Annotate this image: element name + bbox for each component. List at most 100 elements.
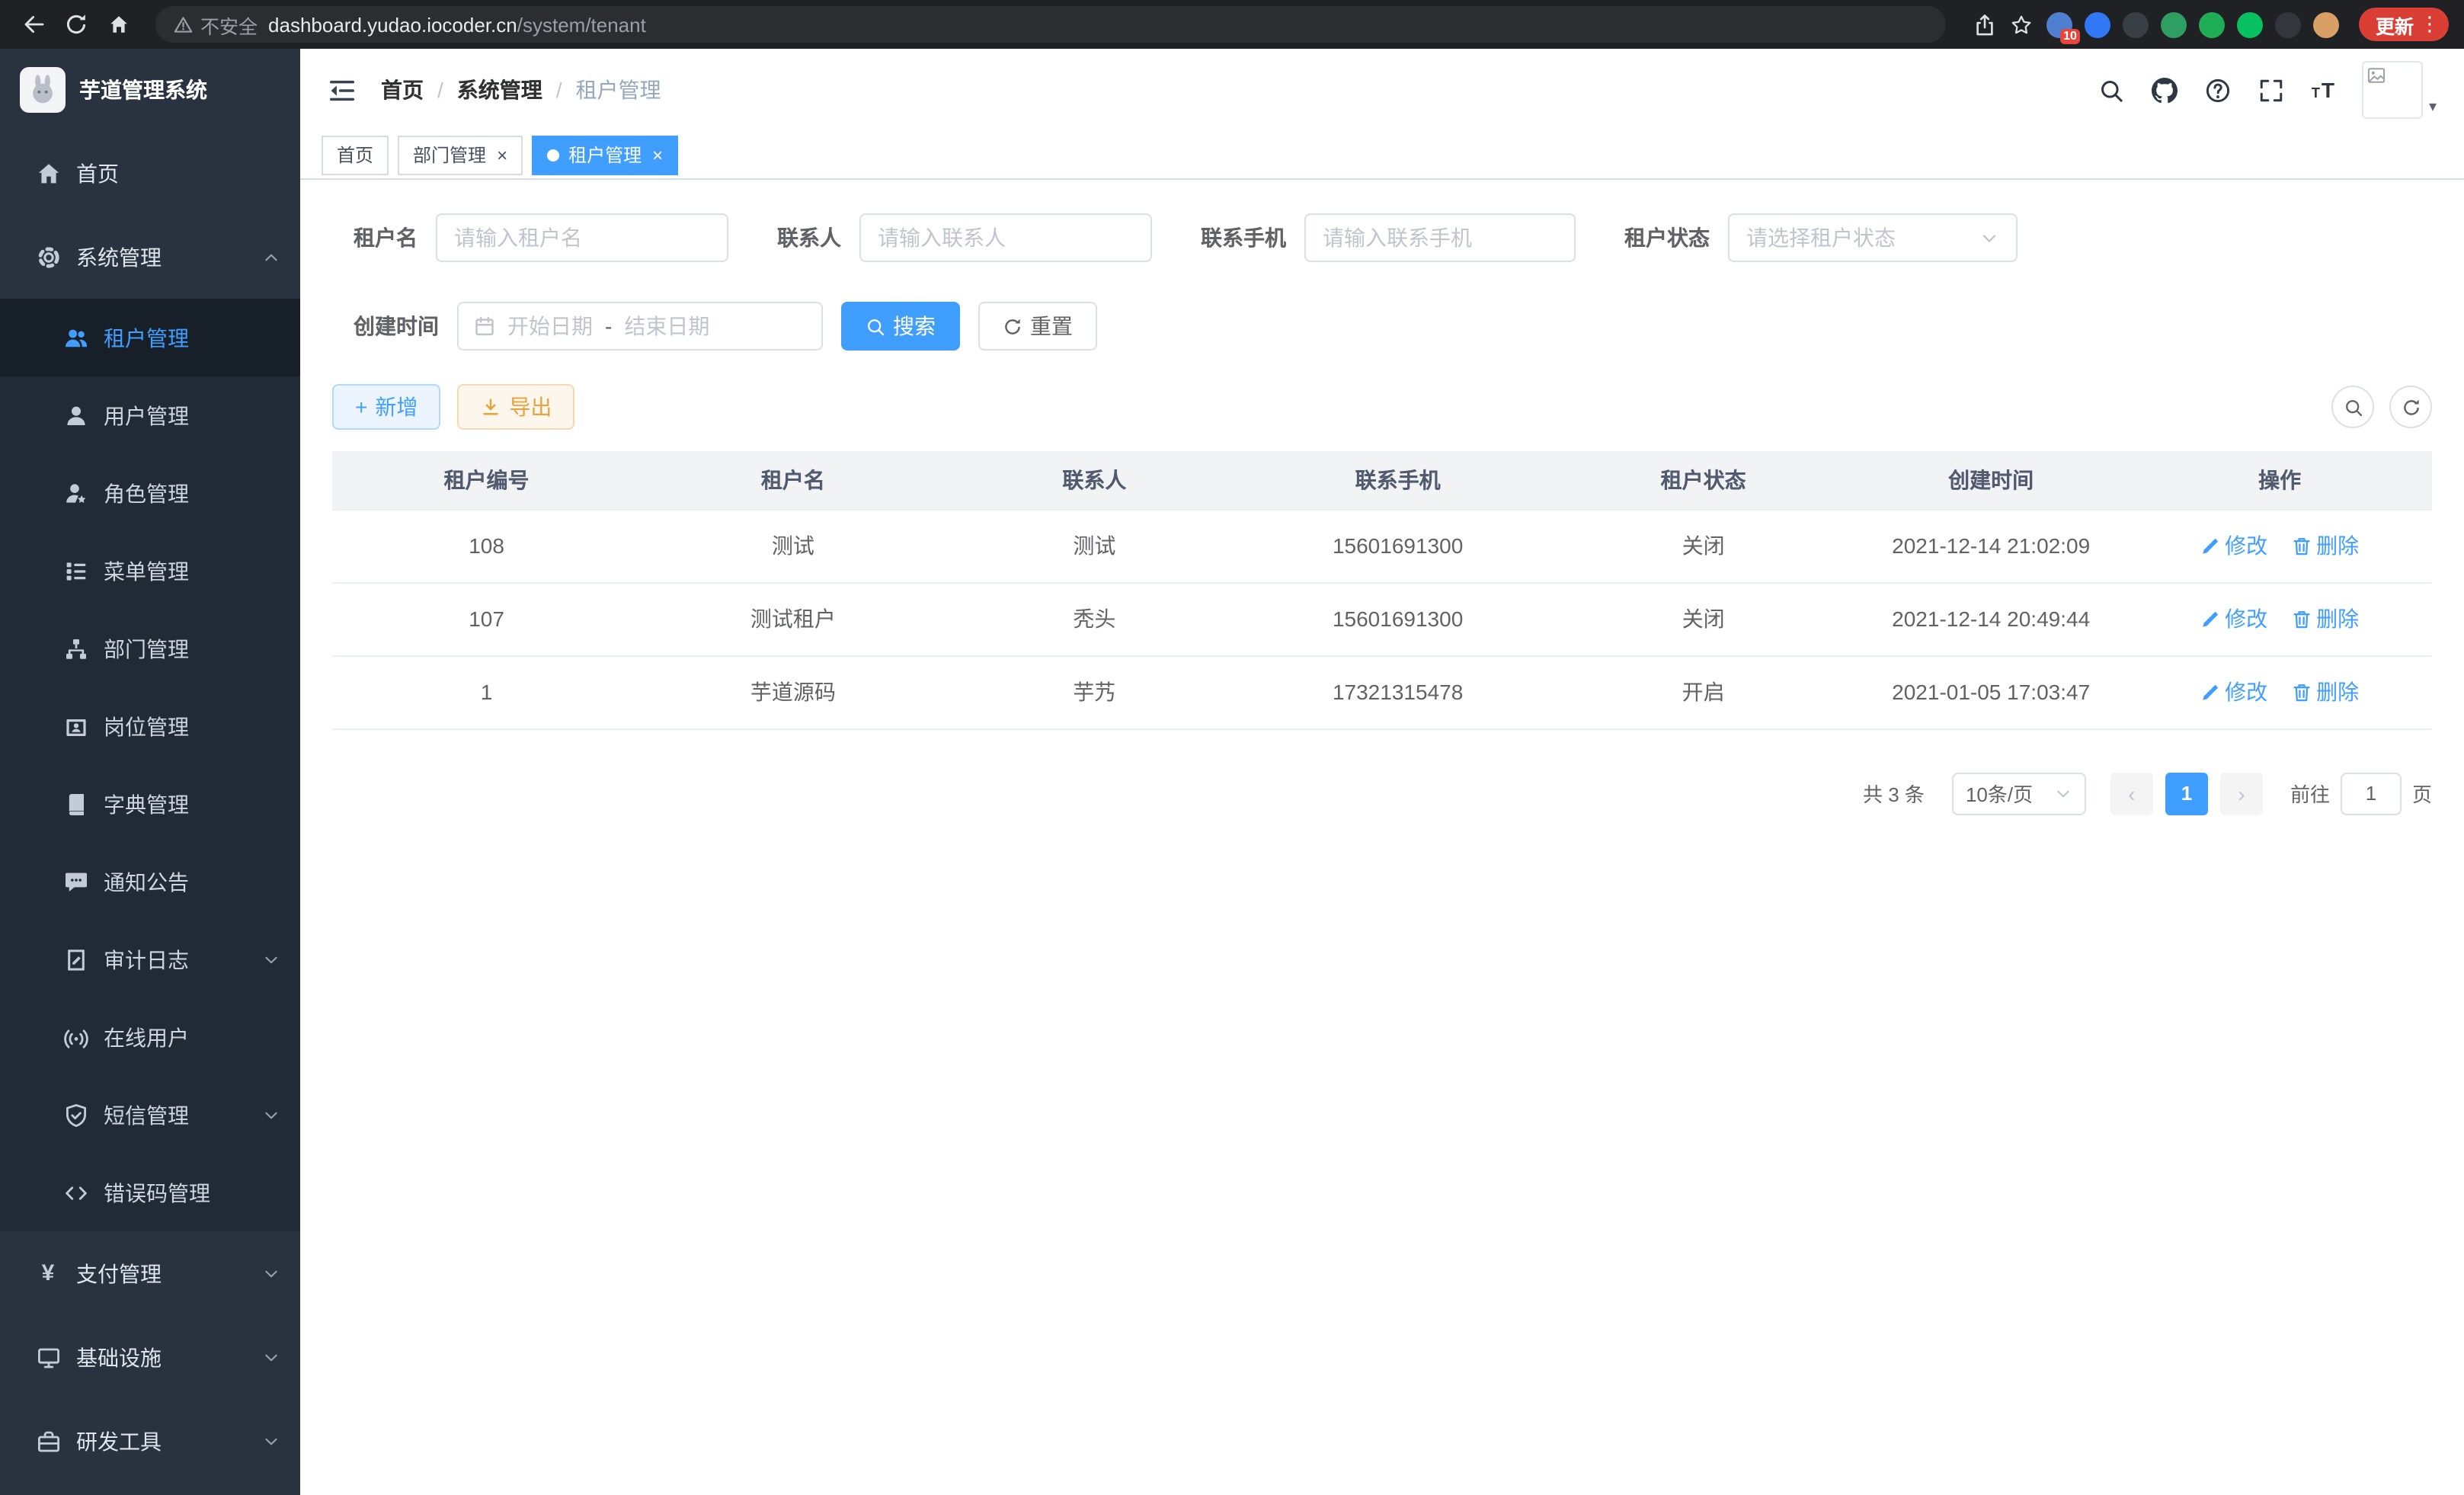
chevron-down-icon — [262, 1264, 280, 1282]
prev-page-button[interactable]: ‹ — [2110, 772, 2153, 815]
date-range-picker[interactable]: 开始日期 - 结束日期 — [457, 302, 823, 351]
help-icon[interactable] — [2205, 77, 2231, 103]
yen-icon: ¥ — [35, 1262, 61, 1285]
sidebar-item-label: 审计日志 — [104, 944, 189, 975]
extension-icon[interactable] — [2199, 11, 2225, 37]
chevron-down-icon — [262, 1348, 280, 1366]
cell-contact: 芋艿 — [946, 655, 1243, 728]
sidebar-item-home[interactable]: 首页 — [0, 131, 300, 215]
goto-prefix: 前往 — [2290, 779, 2330, 808]
extension-badge: 10 — [2060, 28, 2080, 43]
sidebar-fold-icon[interactable] — [328, 75, 357, 104]
date-separator: - — [605, 314, 612, 338]
tenant-name-input[interactable] — [454, 226, 710, 250]
edit-button[interactable]: 修改 — [2200, 530, 2267, 561]
refresh-table-button[interactable] — [2389, 386, 2432, 428]
extension-icon[interactable] — [2237, 11, 2263, 37]
edit-icon — [2200, 536, 2220, 555]
sidebar-item-tenant[interactable]: 租户管理 — [0, 299, 300, 376]
sidebar-item-notice[interactable]: 通知公告 — [0, 843, 300, 920]
date-end-placeholder: 结束日期 — [624, 311, 709, 341]
sidebar-item-role[interactable]: 角色管理 — [0, 454, 300, 532]
sidebar-item-infra[interactable]: 基础设施 — [0, 1315, 300, 1399]
sidebar-item-dict[interactable]: 字典管理 — [0, 765, 300, 843]
sidebar-item-audit-log[interactable]: 审计日志 — [0, 920, 300, 998]
browser-home-icon[interactable] — [101, 6, 137, 43]
add-button[interactable]: + 新增 — [332, 384, 440, 430]
edit-button[interactable]: 修改 — [2200, 677, 2267, 707]
share-icon[interactable] — [1973, 13, 1996, 36]
sidebar-item-label: 通知公告 — [104, 866, 189, 897]
calendar-icon — [474, 315, 495, 337]
toggle-search-button[interactable] — [2331, 386, 2374, 428]
extension-icon[interactable] — [2085, 11, 2110, 37]
tab-tenant[interactable]: 租户管理 × — [532, 135, 678, 174]
chevron-down-icon — [262, 950, 280, 968]
delete-button[interactable]: 删除 — [2292, 530, 2359, 561]
sidebar-item-post[interactable]: 岗位管理 — [0, 687, 300, 765]
column-header: 操作 — [2127, 451, 2432, 509]
sidebar-item-sms[interactable]: 短信管理 — [0, 1076, 300, 1154]
tab-label: 租户管理 — [568, 142, 642, 168]
edit-button[interactable]: 修改 — [2200, 603, 2267, 634]
extension-icon[interactable] — [2123, 11, 2149, 37]
sidebar-item-dev-tools[interactable]: 研发工具 — [0, 1399, 300, 1483]
browser-back-icon[interactable] — [15, 6, 52, 43]
url-path: /system/tenant — [517, 14, 646, 37]
browser-update-button[interactable]: 更新 ⋮ — [2359, 8, 2449, 41]
gear-icon — [35, 245, 61, 269]
profile-avatar-icon[interactable] — [2313, 11, 2339, 37]
cell-created-time: 2021-12-14 21:02:09 — [1854, 509, 2127, 582]
page-number-1[interactable]: 1 — [2165, 772, 2208, 815]
sidebar-item-pay[interactable]: ¥ 支付管理 — [0, 1231, 300, 1315]
close-icon[interactable]: × — [652, 146, 663, 164]
github-icon[interactable] — [2152, 77, 2178, 103]
extension-icon[interactable] — [2161, 11, 2187, 37]
delete-button[interactable]: 删除 — [2292, 677, 2359, 707]
fullscreen-icon[interactable] — [2258, 77, 2284, 103]
sidebar-item-error-code[interactable]: 错误码管理 — [0, 1154, 300, 1231]
active-dot — [547, 149, 559, 161]
search-icon[interactable] — [2098, 77, 2124, 103]
home-icon — [35, 161, 61, 185]
edit-icon — [2200, 682, 2220, 702]
tab-label: 首页 — [337, 142, 373, 168]
sidebar-item-dept[interactable]: 部门管理 — [0, 610, 300, 687]
export-button[interactable]: 导出 — [457, 384, 574, 430]
next-page-button[interactable]: › — [2220, 772, 2263, 815]
sidebar-item-system[interactable]: 系统管理 — [0, 215, 300, 299]
cell-tenant-name: 芋道源码 — [641, 655, 946, 728]
app-logo[interactable]: 芋道管理系统 — [0, 49, 300, 131]
contact-input[interactable] — [878, 226, 1134, 250]
search-button[interactable]: 搜索 — [841, 302, 960, 351]
font-size-icon[interactable]: TT — [2312, 79, 2334, 101]
address-bar[interactable]: 不安全 dashboard.yudao.iocoder.cn/system/te… — [155, 6, 1946, 43]
reload-icon — [64, 12, 88, 37]
status-select[interactable]: 请选择租户状态 — [1728, 213, 2018, 262]
breadcrumb-system[interactable]: 系统管理 — [457, 75, 542, 105]
goto-page-input[interactable] — [2341, 772, 2402, 815]
sidebar-item-label: 支付管理 — [76, 1258, 162, 1289]
broken-image-icon — [2362, 61, 2423, 119]
tab-dept[interactable]: 部门管理 × — [398, 135, 523, 174]
tab-home[interactable]: 首页 — [322, 135, 389, 174]
sidebar-item-online-user[interactable]: 在线用户 — [0, 998, 300, 1076]
online-icon — [62, 1025, 88, 1049]
close-icon[interactable]: × — [497, 146, 507, 164]
breadcrumb-home[interactable]: 首页 — [381, 75, 424, 105]
sidebar-item-menu[interactable]: 菜单管理 — [0, 532, 300, 610]
phone-input[interactable] — [1323, 226, 1557, 250]
menu-icon — [62, 559, 88, 583]
bookmark-star-icon[interactable] — [2010, 13, 2033, 36]
sidebar-item-user[interactable]: 用户管理 — [0, 376, 300, 454]
breadcrumb-separator: / — [556, 78, 562, 102]
page-size-select[interactable]: 10条/页 — [1952, 772, 2086, 815]
cell-contact: 测试 — [946, 509, 1243, 582]
extension-icon[interactable]: 10 — [2046, 11, 2072, 37]
extension-icon[interactable] — [2275, 11, 2301, 37]
user-avatar[interactable]: ▾ — [2362, 61, 2437, 119]
reset-button[interactable]: 重置 — [978, 302, 1097, 351]
browser-reload-icon[interactable] — [58, 6, 94, 43]
tab-label: 部门管理 — [413, 142, 486, 168]
delete-button[interactable]: 删除 — [2292, 603, 2359, 634]
